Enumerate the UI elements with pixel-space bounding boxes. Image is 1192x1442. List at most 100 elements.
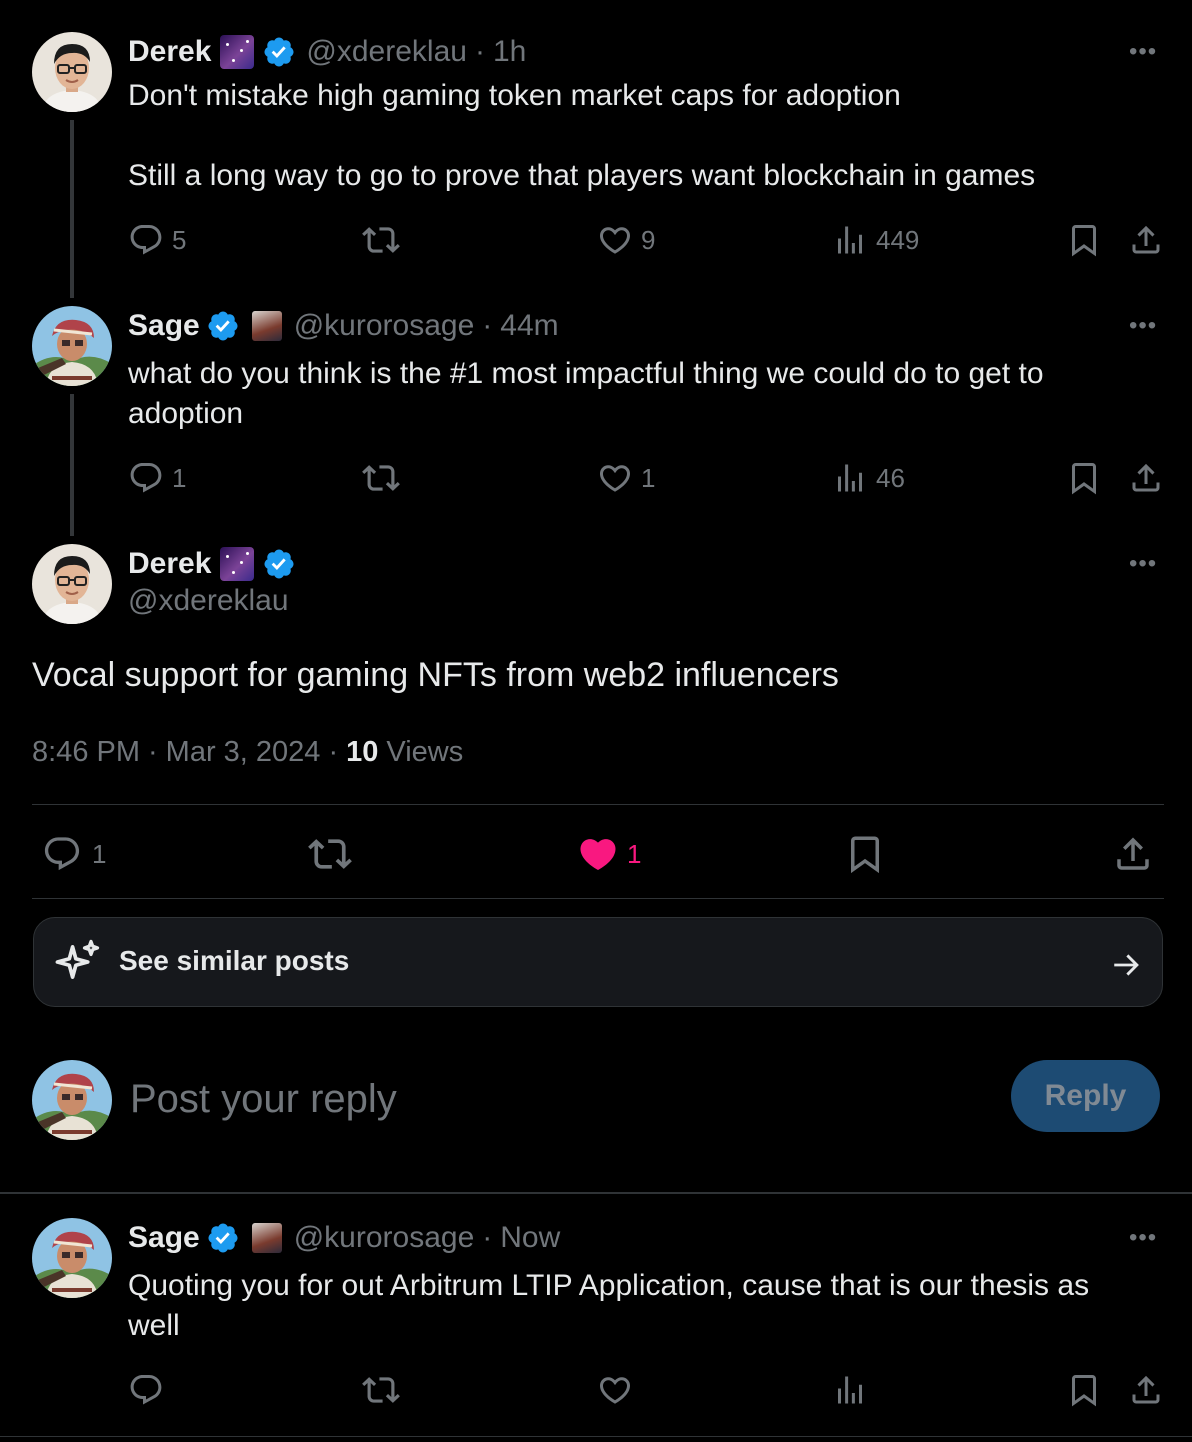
avatar[interactable] bbox=[32, 32, 112, 112]
bookmark-icon bbox=[844, 833, 886, 875]
share-icon bbox=[1128, 460, 1164, 496]
handle[interactable]: @xdereklau bbox=[306, 35, 467, 69]
like-count: 9 bbox=[641, 224, 656, 255]
like-count: 1 bbox=[641, 462, 656, 493]
display-name[interactable]: Derek bbox=[128, 547, 211, 581]
timestamp[interactable]: 44m bbox=[500, 309, 558, 343]
repost-icon bbox=[308, 832, 352, 876]
post-text: what do you think is the #1 most impactf… bbox=[128, 357, 1052, 430]
like-button[interactable] bbox=[597, 1370, 633, 1410]
timestamp[interactable]: 1h bbox=[493, 35, 526, 69]
post-header: Derek @xdereklau · 1h bbox=[128, 32, 526, 72]
views-count: 46 bbox=[876, 462, 905, 493]
reply-submit-button[interactable]: Reply bbox=[1011, 1060, 1160, 1132]
display-name[interactable]: Derek bbox=[128, 35, 211, 69]
heart-filled-icon bbox=[577, 833, 619, 875]
bookmark-button[interactable] bbox=[1066, 220, 1102, 260]
heart-icon bbox=[597, 1372, 633, 1408]
thread-connector bbox=[70, 120, 74, 298]
repost-icon bbox=[362, 221, 400, 259]
avatar[interactable] bbox=[32, 544, 112, 624]
like-button[interactable]: 1 bbox=[577, 832, 641, 876]
separator: · bbox=[328, 735, 339, 768]
like-button[interactable]: 1 bbox=[597, 458, 655, 498]
sage-avatar-image bbox=[32, 1060, 112, 1140]
verified-badge-icon[interactable] bbox=[262, 35, 296, 69]
derek-avatar-image bbox=[32, 544, 112, 624]
bookmark-button[interactable] bbox=[1066, 1370, 1102, 1410]
verified-badge-icon[interactable] bbox=[206, 1221, 240, 1255]
bookmark-icon bbox=[1066, 460, 1102, 496]
timestamp[interactable]: Now bbox=[500, 1221, 560, 1255]
main-post-text: Vocal support for gaming NFTs from web2 … bbox=[32, 656, 839, 694]
views-icon bbox=[832, 222, 868, 258]
repost-button[interactable] bbox=[362, 458, 400, 498]
post-time[interactable]: 8:46 PM bbox=[32, 736, 140, 769]
views-button[interactable] bbox=[832, 1370, 868, 1410]
display-name[interactable]: Sage bbox=[128, 1221, 200, 1255]
more-options-icon[interactable]: ••• bbox=[1129, 550, 1157, 578]
handle[interactable]: @kurorosage bbox=[294, 309, 475, 343]
post-metadata: 8:46 PM · Mar 3, 2024 · 10 Views bbox=[32, 732, 463, 772]
bookmark-button[interactable] bbox=[844, 832, 886, 876]
share-icon bbox=[1128, 1372, 1164, 1408]
views-count: 449 bbox=[876, 224, 920, 255]
heart-icon bbox=[597, 460, 633, 496]
repost-icon bbox=[362, 1371, 400, 1409]
sparkle-icon bbox=[52, 936, 104, 988]
galaxy-emoji-icon bbox=[220, 547, 255, 581]
views-icon bbox=[832, 1372, 868, 1408]
share-button[interactable] bbox=[1128, 220, 1164, 260]
separator: · bbox=[482, 309, 493, 342]
separator: · bbox=[474, 35, 485, 68]
affiliate-badge-icon[interactable] bbox=[251, 1223, 282, 1253]
repost-button[interactable] bbox=[362, 220, 400, 260]
bookmark-icon bbox=[1066, 222, 1102, 258]
share-button[interactable] bbox=[1128, 458, 1164, 498]
post-header: Sage @kurorosage · Now bbox=[128, 1218, 560, 1258]
like-button[interactable]: 9 bbox=[597, 220, 655, 260]
affiliate-badge-icon[interactable] bbox=[251, 311, 282, 341]
reply-input[interactable] bbox=[128, 1068, 982, 1130]
repost-button[interactable] bbox=[362, 1370, 400, 1410]
handle[interactable]: @kurorosage bbox=[294, 1221, 475, 1255]
see-similar-posts-button[interactable]: See similar posts bbox=[33, 917, 1163, 1007]
reply-icon bbox=[128, 222, 164, 258]
avatar[interactable] bbox=[32, 1060, 112, 1140]
share-button[interactable] bbox=[1112, 832, 1154, 876]
like-count: 1 bbox=[627, 838, 642, 869]
share-icon bbox=[1112, 833, 1154, 875]
repost-button[interactable] bbox=[308, 832, 352, 876]
more-options-icon[interactable]: ••• bbox=[1129, 38, 1157, 66]
reply-icon bbox=[42, 834, 82, 874]
separator: · bbox=[148, 735, 158, 768]
verified-badge-icon[interactable] bbox=[262, 547, 296, 581]
share-icon bbox=[1128, 222, 1164, 258]
divider bbox=[32, 898, 1164, 899]
post-header: Sage @kurorosage · 44m bbox=[128, 306, 559, 346]
more-options-icon[interactable]: ••• bbox=[1129, 312, 1157, 340]
views-button[interactable]: 449 bbox=[832, 220, 919, 260]
avatar[interactable] bbox=[32, 1218, 112, 1298]
display-name[interactable]: Sage bbox=[128, 309, 200, 343]
handle[interactable]: @xdereklau bbox=[128, 584, 289, 618]
bookmark-button[interactable] bbox=[1066, 458, 1102, 498]
reply-button[interactable]: 5 bbox=[128, 220, 186, 260]
views-button[interactable]: 46 bbox=[832, 458, 905, 498]
bookmark-icon bbox=[1066, 1372, 1102, 1408]
reply-button[interactable]: 1 bbox=[42, 832, 106, 876]
avatar[interactable] bbox=[32, 306, 112, 386]
sage-avatar-image bbox=[32, 1218, 112, 1298]
reply-button[interactable]: 1 bbox=[128, 458, 186, 498]
views-icon bbox=[832, 460, 868, 496]
reply-count: 1 bbox=[92, 838, 107, 869]
arrow-right-icon bbox=[1110, 948, 1144, 982]
post-date[interactable]: Mar 3, 2024 bbox=[166, 736, 321, 769]
views-count: 10 bbox=[346, 735, 379, 768]
verified-badge-icon[interactable] bbox=[206, 309, 240, 343]
share-button[interactable] bbox=[1128, 1370, 1164, 1410]
thread-connector bbox=[70, 394, 74, 536]
more-options-icon[interactable]: ••• bbox=[1129, 1224, 1157, 1252]
views-label: Views bbox=[386, 735, 464, 768]
reply-button[interactable] bbox=[128, 1370, 164, 1410]
